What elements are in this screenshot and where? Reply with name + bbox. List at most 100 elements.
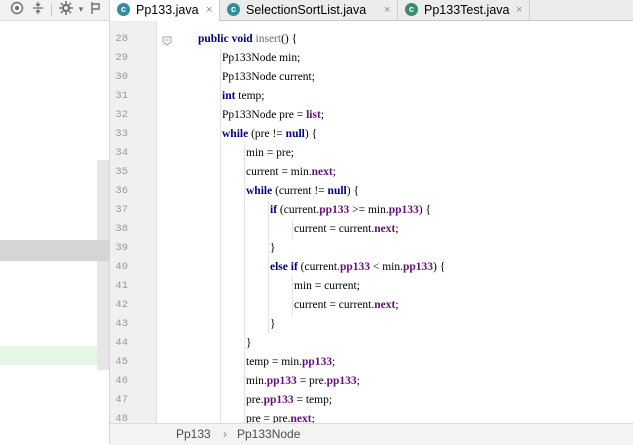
code-token: >= min. — [349, 204, 389, 216]
project-panel: ▾ — [0, 0, 110, 444]
target-icon[interactable] — [9, 1, 25, 17]
code-line[interactable]: min = pre; — [246, 144, 294, 163]
indent-guide — [220, 49, 221, 424]
code-token-kw: while — [246, 185, 273, 197]
code-token: ; — [332, 166, 336, 178]
code-token-kw: else if — [270, 261, 298, 273]
code-token: Pp133Node current; — [222, 71, 315, 83]
java-test-class-icon: c — [405, 3, 418, 16]
breadcrumb-separator: › — [223, 427, 227, 441]
code-token-field: pp133 — [319, 204, 350, 216]
code-token: ; — [332, 356, 336, 368]
code-token-field: next — [374, 299, 396, 311]
gear-icon[interactable] — [58, 1, 74, 17]
code-token: = temp; — [293, 394, 333, 406]
code-line[interactable]: Pp133Node pre = list; — [222, 106, 324, 125]
line-number: 46 — [115, 375, 128, 387]
code-line[interactable]: current = current.next; — [294, 296, 399, 315]
line-number: 44 — [115, 337, 128, 349]
code-token-kw: null — [327, 185, 347, 197]
line-number: 34 — [115, 147, 128, 159]
code-token: pre. — [246, 394, 264, 406]
collapse-icon[interactable] — [30, 1, 46, 17]
code-token: current = min. — [246, 166, 312, 178]
editor-tab-bar: c Pp133.java × c SelectionSortList.java … — [110, 0, 633, 21]
code-line[interactable]: min = current; — [294, 277, 360, 296]
code-token-kw: while — [222, 128, 249, 140]
line-number: 32 — [115, 109, 128, 121]
line-number: 47 — [115, 394, 128, 406]
code-token: (current != — [272, 185, 328, 197]
code-token: (current. — [297, 261, 340, 273]
code-token: ) { — [433, 261, 446, 273]
code-token-field: pp133 — [388, 204, 419, 216]
code-line[interactable]: min.pp133 = pre.pp133; — [246, 372, 360, 391]
code-token: (pre != — [248, 128, 286, 140]
line-number: 43 — [115, 318, 128, 330]
close-icon[interactable]: × — [206, 0, 212, 20]
code-token-kw: int — [222, 90, 236, 102]
project-toolbar: ▾ — [0, 0, 109, 21]
line-number: 39 — [115, 242, 128, 254]
code-line[interactable]: temp = min.pp133; — [246, 353, 335, 372]
line-number: 38 — [115, 223, 128, 235]
line-number: 35 — [115, 166, 128, 178]
code-token-fn: insert — [255, 33, 282, 45]
chevron-down-icon[interactable]: ▾ — [73, 1, 89, 17]
code-line[interactable]: int temp; — [222, 87, 265, 106]
code-line[interactable]: public void insert() { — [198, 30, 297, 49]
selected-tree-row[interactable] — [0, 240, 109, 261]
tab-pp133-java[interactable]: c Pp133.java × — [110, 0, 220, 21]
code-token-kw: public — [198, 33, 229, 45]
code-line[interactable]: while (current != null) { — [246, 182, 359, 201]
code-token-kw: null — [285, 128, 305, 140]
code-line[interactable]: current = current.next; — [294, 220, 399, 239]
breadcrumb-item-class[interactable]: Pp133 — [176, 424, 211, 445]
code-token: ; — [395, 223, 399, 235]
code-token: Pp133Node pre = — [222, 109, 307, 121]
code-line[interactable]: pre = pre.next; — [246, 410, 315, 424]
close-icon[interactable]: × — [516, 0, 522, 20]
code-line[interactable]: else if (current.pp133 < min.pp133) { — [270, 258, 445, 277]
code-line[interactable]: pre.pp133 = temp; — [246, 391, 332, 410]
code-token: Pp133Node min; — [222, 52, 301, 64]
code-token: current = current. — [294, 299, 375, 311]
tab-pp133test-java[interactable]: c Pp133Test.java × — [398, 0, 530, 20]
code-token-field: pp133 — [266, 375, 297, 387]
code-token: } — [270, 242, 276, 254]
code-editor[interactable]: public void insert() { Pp133Node min; Pp13… — [157, 21, 633, 424]
code-token: ; — [356, 375, 360, 387]
close-icon[interactable]: × — [384, 0, 390, 20]
code-token: ; — [320, 109, 325, 121]
pin-icon[interactable] — [88, 1, 104, 17]
indent-guide — [244, 144, 245, 424]
code-line[interactable]: current = min.next; — [246, 163, 336, 182]
tab-selectionsortlist-java[interactable]: c SelectionSortList.java × — [220, 0, 398, 20]
code-token-field: pp133 — [263, 394, 294, 406]
code-token: = pre. — [296, 375, 327, 387]
indent-guide — [268, 201, 269, 334]
code-token-field: next — [374, 223, 396, 235]
code-line[interactable]: while (pre != null) { — [222, 125, 317, 144]
code-token-field: list — [306, 109, 321, 121]
code-line[interactable]: } — [270, 315, 276, 334]
code-token: min = pre; — [246, 147, 295, 159]
breadcrumb-item-node[interactable]: Pp133Node — [237, 424, 300, 445]
code-line[interactable]: } — [246, 334, 252, 353]
project-scrollbar[interactable] — [97, 160, 109, 370]
code-line[interactable]: } — [270, 239, 276, 258]
code-line[interactable]: if (current.pp133 >= min.pp133) { — [270, 201, 431, 220]
code-line[interactable]: Pp133Node min; — [222, 49, 300, 68]
code-token: min. — [246, 375, 267, 387]
code-token: ) { — [418, 204, 432, 216]
changed-tree-row[interactable] — [0, 346, 97, 365]
indent-guide — [292, 277, 293, 315]
line-number: 33 — [115, 128, 128, 140]
line-number: 45 — [115, 356, 128, 368]
code-line[interactable]: Pp133Node current; — [222, 68, 315, 87]
line-number: 41 — [115, 280, 128, 292]
line-number: 36 — [115, 185, 128, 197]
code-token: < min. — [369, 261, 403, 273]
line-number: 37 — [115, 204, 128, 216]
java-class-icon: c — [227, 3, 240, 16]
